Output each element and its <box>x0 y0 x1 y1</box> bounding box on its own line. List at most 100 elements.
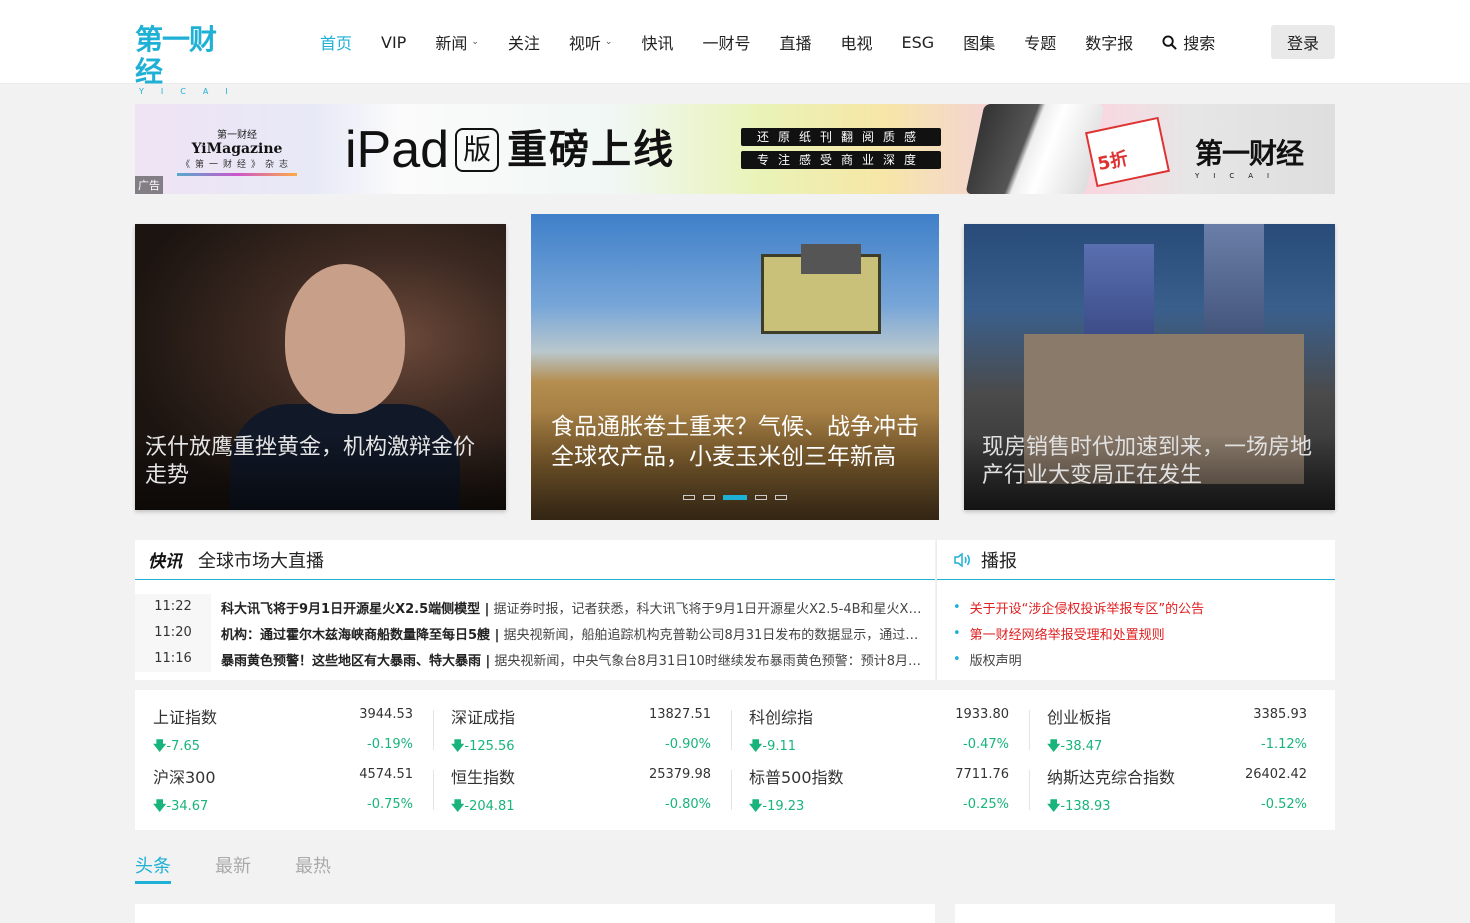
logo-latin: YICAI <box>139 87 245 96</box>
slide-caption: 食品通胀卷土重来？气候、战争冲击全球农产品，小麦玉米创三年新高 <box>531 412 939 520</box>
flash-time: 11:22 <box>135 594 211 620</box>
nav-gallery[interactable]: 图集 <box>963 30 995 54</box>
ad-banner[interactable]: 第一财经 YiMagazine 《第一财经》杂志 iPad 版 重磅上线 还原纸… <box>135 104 1335 194</box>
chevron-down-icon: ⌄ <box>604 37 613 47</box>
flash-item[interactable]: 11:16 暴雨黄色预警！这些地区有大暴雨、特大暴雨 | 据央视新闻，中央气象台… <box>135 646 935 672</box>
slide-image-cab <box>801 244 861 274</box>
index-card[interactable]: 科创综指 1933.80 🡇-9.11 -0.47% <box>749 690 1009 754</box>
index-value: 3385.93 <box>1253 707 1307 722</box>
tab-headlines[interactable]: 头条 <box>135 852 171 884</box>
index-percent: -0.25% <box>963 797 1009 812</box>
index-change: 🡇-19.23 <box>749 799 805 814</box>
index-card[interactable]: 深证成指 13827.51 🡇-125.56 -0.90% <box>451 690 711 754</box>
flash-text[interactable]: 暴雨黄色预警！这些地区有大暴雨、特大暴雨 | 据央视新闻，中央气象台8月31日1… <box>211 650 925 669</box>
nav-epaper[interactable]: 数字报 <box>1085 30 1133 54</box>
ad-magazine-logo: 第一财经 YiMagazine 《第一财经》杂志 <box>167 126 307 176</box>
index-card[interactable]: 沪深300 4574.51 🡇-34.67 -0.75% <box>153 750 413 814</box>
nav-live[interactable]: 直播 <box>780 30 812 54</box>
arrow-down-icon: 🡇 <box>749 799 763 814</box>
divider <box>433 770 434 810</box>
index-value: 7711.76 <box>955 767 1009 782</box>
search-button[interactable]: 搜索 <box>1162 30 1215 54</box>
flash-list: 11:22 科大讯飞将于9月1日开源星火X2.5端侧模型 | 据证券时报，记者获… <box>135 580 935 672</box>
index-name: 科创综指 <box>749 708 814 727</box>
divider <box>433 710 434 750</box>
index-value: 26402.42 <box>1244 767 1307 782</box>
carousel-dot[interactable] <box>755 495 767 500</box>
divider <box>1029 710 1030 750</box>
index-card[interactable]: 纳斯达克综合指数 26402.42 🡇-138.93 -0.52% <box>1047 750 1307 814</box>
nav-tv[interactable]: 电视 <box>841 30 873 54</box>
search-label: 搜索 <box>1183 34 1216 53</box>
broadcast-header: 播报 <box>937 540 1335 580</box>
flash-item[interactable]: 11:20 机构：通过霍尔木兹海峡商船数量降至每日5艘 | 据央视新闻，船舶追踪… <box>135 620 935 646</box>
chevron-down-icon: ⌄ <box>471 37 479 47</box>
divider <box>1029 770 1030 810</box>
nav-follow[interactable]: 关注 <box>508 30 540 54</box>
nav-yicaihao[interactable]: 一财号 <box>702 30 750 54</box>
login-button[interactable]: 登录 <box>1271 25 1335 59</box>
index-change: 🡇-204.81 <box>451 799 515 814</box>
main-nav: 首页 VIP 新闻 ⌄ 关注 视听 ⌄ 快讯 一财号 直播 电视 ESG 图集 专题… <box>320 0 1215 84</box>
tab-latest[interactable]: 最新 <box>215 852 251 884</box>
broadcast-panel: 播报 关于开设“涉企侵权投诉举报专区”的公告 第一财经网络举报受理和处置规则 版… <box>936 540 1335 680</box>
nav-esg[interactable]: ESG <box>902 33 935 52</box>
index-value: 1933.80 <box>955 707 1009 722</box>
search-icon <box>1162 34 1178 50</box>
index-card[interactable]: 恒生指数 25379.98 🡇-204.81 -0.80% <box>451 750 711 814</box>
index-name: 上证指数 <box>153 708 218 727</box>
index-value: 3944.53 <box>359 707 413 722</box>
index-card[interactable]: 上证指数 3944.53 🡇-7.65 -0.19% <box>153 690 413 754</box>
index-value: 13827.51 <box>648 707 711 722</box>
carousel-dot[interactable] <box>703 495 715 500</box>
index-name: 标普500指数 <box>749 768 844 787</box>
broadcast-item[interactable]: 版权声明 <box>953 646 1335 672</box>
nav-news[interactable]: 新闻 ⌄ <box>435 30 479 54</box>
nav-video[interactable]: 视听 ⌄ <box>569 30 613 54</box>
index-name: 沪深300 <box>153 768 216 787</box>
nav-flash[interactable]: 快讯 <box>641 30 673 54</box>
divider <box>731 770 732 810</box>
ad-device-image <box>965 104 1105 194</box>
feed-list <box>135 904 935 923</box>
slide-caption: 现房销售时代加速到来，一场房地产行业大变局正在发生 <box>964 434 1335 510</box>
ad-slogans: 还原纸刊翻阅质感 专注感受商业深度 <box>741 128 941 174</box>
carousel-dot-active[interactable] <box>723 495 747 500</box>
carousel-slide-prev[interactable]: 沃什放鹰重挫黄金，机构激辩金价走势 <box>135 224 506 510</box>
tab-hottest[interactable]: 最热 <box>295 852 331 884</box>
index-name: 恒生指数 <box>451 768 516 787</box>
index-value: 4574.51 <box>359 767 413 782</box>
broadcast-item[interactable]: 关于开设“涉企侵权投诉举报专区”的公告 <box>953 594 1335 620</box>
index-card[interactable]: 创业板指 3385.93 🡇-38.47 -1.12% <box>1047 690 1307 754</box>
carousel-slide-current[interactable]: 食品通胀卷土重来？气候、战争冲击全球农产品，小麦玉米创三年新高 <box>531 214 939 520</box>
flash-text[interactable]: 科大讯飞将于9月1日开源星火X2.5端侧模型 | 据证券时报，记者获悉，科大讯飞… <box>211 598 925 617</box>
index-value: 25379.98 <box>648 767 711 782</box>
index-name: 深证成指 <box>451 708 516 727</box>
carousel-dot[interactable] <box>683 495 695 500</box>
flash-title[interactable]: 全球市场大直播 <box>198 547 324 573</box>
arrow-down-icon: 🡇 <box>153 799 167 814</box>
site-header: 第一财经 YICAI 首页 VIP 新闻 ⌄ 关注 视听 ⌄ 快讯 一财号 直播 电… <box>0 0 1470 96</box>
yicai-logo[interactable]: 第一财经 YICAI <box>135 24 239 96</box>
broadcast-item[interactable]: 第一财经网络举报受理和处置规则 <box>953 620 1335 646</box>
flash-text[interactable]: 机构：通过霍尔木兹海峡商船数量降至每日5艘 | 据央视新闻，船舶追踪机构克普勒公… <box>211 624 925 643</box>
ad-headline: iPad 版 重磅上线 <box>345 121 676 179</box>
logo-text: 第一财经 <box>135 23 217 88</box>
index-name: 创业板指 <box>1047 708 1112 727</box>
index-card[interactable]: 标普500指数 7711.76 🡇-19.23 -0.25% <box>749 750 1009 814</box>
ad-label: 广告 <box>135 176 163 194</box>
arrow-down-icon: 🡇 <box>451 799 465 814</box>
flash-item[interactable]: 11:22 科大讯飞将于9月1日开源星火X2.5端侧模型 | 据证券时报，记者获… <box>135 594 935 620</box>
nav-topics[interactable]: 专题 <box>1024 30 1056 54</box>
flash-logo[interactable]: 快讯 <box>148 547 182 572</box>
nav-home[interactable]: 首页 <box>320 30 352 54</box>
carousel-dot[interactable] <box>775 495 787 500</box>
carousel-slide-next[interactable]: 现房销售时代加速到来，一场房地产行业大变局正在发生 <box>964 224 1335 510</box>
index-percent: -0.52% <box>1261 797 1307 812</box>
broadcast-list: 关于开设“涉企侵权投诉举报专区”的公告 第一财经网络举报受理和处置规则 版权声明 <box>937 580 1335 672</box>
index-name: 纳斯达克综合指数 <box>1047 768 1176 787</box>
feed-tabs: 头条 最新 最热 <box>135 852 375 884</box>
carousel-dots <box>683 495 787 500</box>
slide-caption: 沃什放鹰重挫黄金，机构激辩金价走势 <box>135 434 506 510</box>
nav-vip[interactable]: VIP <box>381 33 406 52</box>
